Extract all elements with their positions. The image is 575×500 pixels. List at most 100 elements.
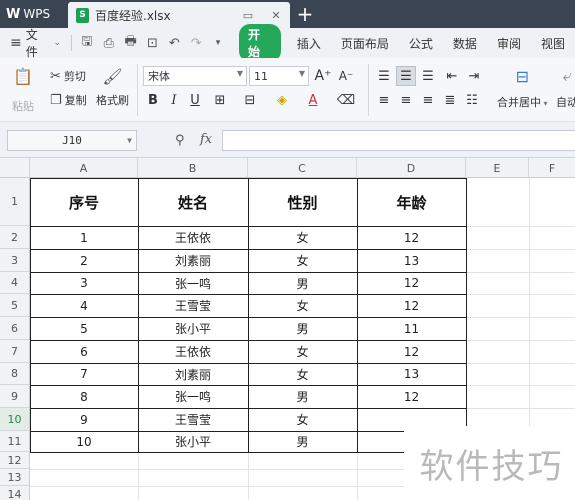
table-cell[interactable]: 12 [357, 294, 466, 317]
auto-wrap-button[interactable]: ⤶ 自动 [556, 66, 575, 110]
table-cell[interactable]: 王依依 [138, 340, 248, 363]
table-cell[interactable]: 12 [357, 226, 466, 249]
table-cell[interactable]: 11 [357, 317, 466, 340]
row-header-9[interactable]: 9 [0, 385, 30, 408]
table-cell[interactable]: 女 [248, 226, 357, 249]
table-cell[interactable]: 5 [30, 317, 138, 340]
redo-icon[interactable]: ↷ [185, 32, 207, 54]
table-cell[interactable]: 女 [248, 294, 357, 317]
tab-view[interactable]: 视图 [541, 35, 565, 52]
clear-format-icon[interactable]: ⌫ [336, 90, 356, 110]
row-header-4[interactable]: 4 [0, 272, 30, 294]
merge-center-button[interactable]: ⊟ 合并居中 ▾ [497, 66, 548, 110]
cut-button[interactable]: ✂ 剪切 [50, 68, 86, 84]
align-top-icon[interactable]: ☰ [374, 66, 394, 86]
tab-start[interactable]: 开始 [239, 24, 281, 62]
table-cell[interactable]: 女 [248, 363, 357, 385]
new-tab-icon[interactable]: + [290, 0, 320, 28]
row-header-7[interactable]: 7 [0, 340, 30, 363]
save-icon[interactable]: 🖫 [76, 32, 98, 54]
zoom-icon[interactable]: ⚲ [175, 133, 185, 148]
font-name-select[interactable]: 宋体 ▼ [143, 66, 247, 86]
font-size-select[interactable]: 11 ▼ [249, 66, 309, 86]
name-box[interactable]: J10 ▼ [7, 130, 137, 151]
table-cell[interactable]: 2 [30, 249, 138, 272]
window-mode-icon[interactable]: ▭ [240, 7, 256, 23]
export-pdf-icon[interactable]: ⎙ [98, 32, 120, 54]
align-middle-icon[interactable]: ☰ [396, 66, 416, 86]
table-cell[interactable]: 7 [30, 363, 138, 385]
row-header-2[interactable]: 2 [0, 226, 30, 249]
print-preview-icon[interactable]: ⊡ [142, 32, 164, 54]
increase-font-icon[interactable]: A⁺ [313, 66, 333, 86]
table-cell[interactable]: 张小平 [138, 431, 248, 452]
row-header-13[interactable]: 13 [0, 469, 30, 486]
align-bottom-icon[interactable]: ☰ [418, 66, 438, 86]
table-cell[interactable]: 王雪莹 [138, 294, 248, 317]
row-header-3[interactable]: 3 [0, 249, 30, 272]
table-cell[interactable]: 6 [30, 340, 138, 363]
column-header-e[interactable]: E [466, 158, 529, 178]
table-header-cell[interactable]: 序号 [30, 178, 138, 226]
table-cell[interactable]: 男 [248, 431, 357, 452]
file-menu[interactable]: ≡ 文件 ⌄ [10, 26, 61, 60]
align-left-icon[interactable]: ≡ [374, 90, 394, 110]
paste-button[interactable]: 📋 粘贴 [12, 66, 34, 114]
table-header-cell[interactable]: 姓名 [138, 178, 248, 226]
table-cell[interactable]: 3 [30, 272, 138, 294]
indent-decrease-icon[interactable]: ⇤ [442, 66, 462, 86]
table-cell[interactable]: 13 [357, 249, 466, 272]
copy-button[interactable]: ❐ 复制 [50, 92, 87, 108]
undo-icon[interactable]: ↶ [163, 32, 185, 54]
table-cell[interactable]: 1 [30, 226, 138, 249]
print-icon[interactable]: 🖶 [120, 32, 142, 54]
row-header-5[interactable]: 5 [0, 294, 30, 317]
column-header-f[interactable]: F [529, 158, 575, 178]
table-cell[interactable]: 4 [30, 294, 138, 317]
table-cell[interactable]: 男 [248, 385, 357, 408]
row-header-1[interactable]: 1 [0, 178, 30, 226]
align-right-icon[interactable]: ≡ [418, 90, 438, 110]
close-tab-icon[interactable]: ✕ [268, 7, 284, 23]
table-cell[interactable]: 刘素丽 [138, 249, 248, 272]
table-cell[interactable]: 王雪莹 [138, 408, 248, 431]
align-center-icon[interactable]: ≡ [396, 90, 416, 110]
wps-home-tab[interactable]: W WPS [0, 0, 68, 28]
table-cell[interactable]: 王依依 [138, 226, 248, 249]
row-header-6[interactable]: 6 [0, 317, 30, 340]
underline-icon[interactable]: U [185, 90, 205, 110]
merge-cells-icon[interactable]: ⊟ [240, 90, 260, 110]
tab-data[interactable]: 数据 [453, 35, 477, 52]
column-header-d[interactable]: D [357, 158, 466, 178]
tab-page-layout[interactable]: 页面布局 [341, 35, 389, 52]
table-cell[interactable]: 女 [248, 249, 357, 272]
table-cell[interactable]: 张一鸣 [138, 385, 248, 408]
tab-formulas[interactable]: 公式 [409, 35, 433, 52]
row-header-11[interactable]: 11 [0, 431, 30, 452]
decrease-font-icon[interactable]: A⁻ [336, 66, 356, 86]
table-cell[interactable]: 刘素丽 [138, 363, 248, 385]
table-header-cell[interactable]: 性别 [248, 178, 357, 226]
formula-input[interactable] [222, 130, 575, 151]
row-header-10[interactable]: 10 [0, 408, 30, 431]
borders-icon[interactable]: ⊞ [210, 90, 230, 110]
table-cell[interactable]: 女 [248, 408, 357, 431]
font-color-icon[interactable]: A [303, 90, 323, 110]
row-header-8[interactable]: 8 [0, 363, 30, 385]
table-cell[interactable]: 张一鸣 [138, 272, 248, 294]
table-cell[interactable]: 12 [357, 385, 466, 408]
format-painter-button[interactable]: 🖌 格式刷 [96, 66, 129, 108]
table-cell[interactable]: 8 [30, 385, 138, 408]
table-cell[interactable]: 男 [248, 272, 357, 294]
customize-toolbar-icon[interactable]: ▾ [207, 32, 229, 54]
table-cell[interactable]: 9 [30, 408, 138, 431]
table-header-cell[interactable]: 年龄 [357, 178, 466, 226]
tab-insert[interactable]: 插入 [297, 35, 321, 52]
table-cell[interactable]: 10 [30, 431, 138, 452]
fill-color-icon[interactable]: ◈ [272, 90, 292, 110]
bold-icon[interactable]: B [143, 90, 163, 110]
table-cell[interactable]: 男 [248, 317, 357, 340]
insert-function-icon[interactable]: fx [200, 132, 212, 147]
column-header-b[interactable]: B [138, 158, 248, 178]
row-header-14[interactable]: 14 [0, 486, 30, 500]
